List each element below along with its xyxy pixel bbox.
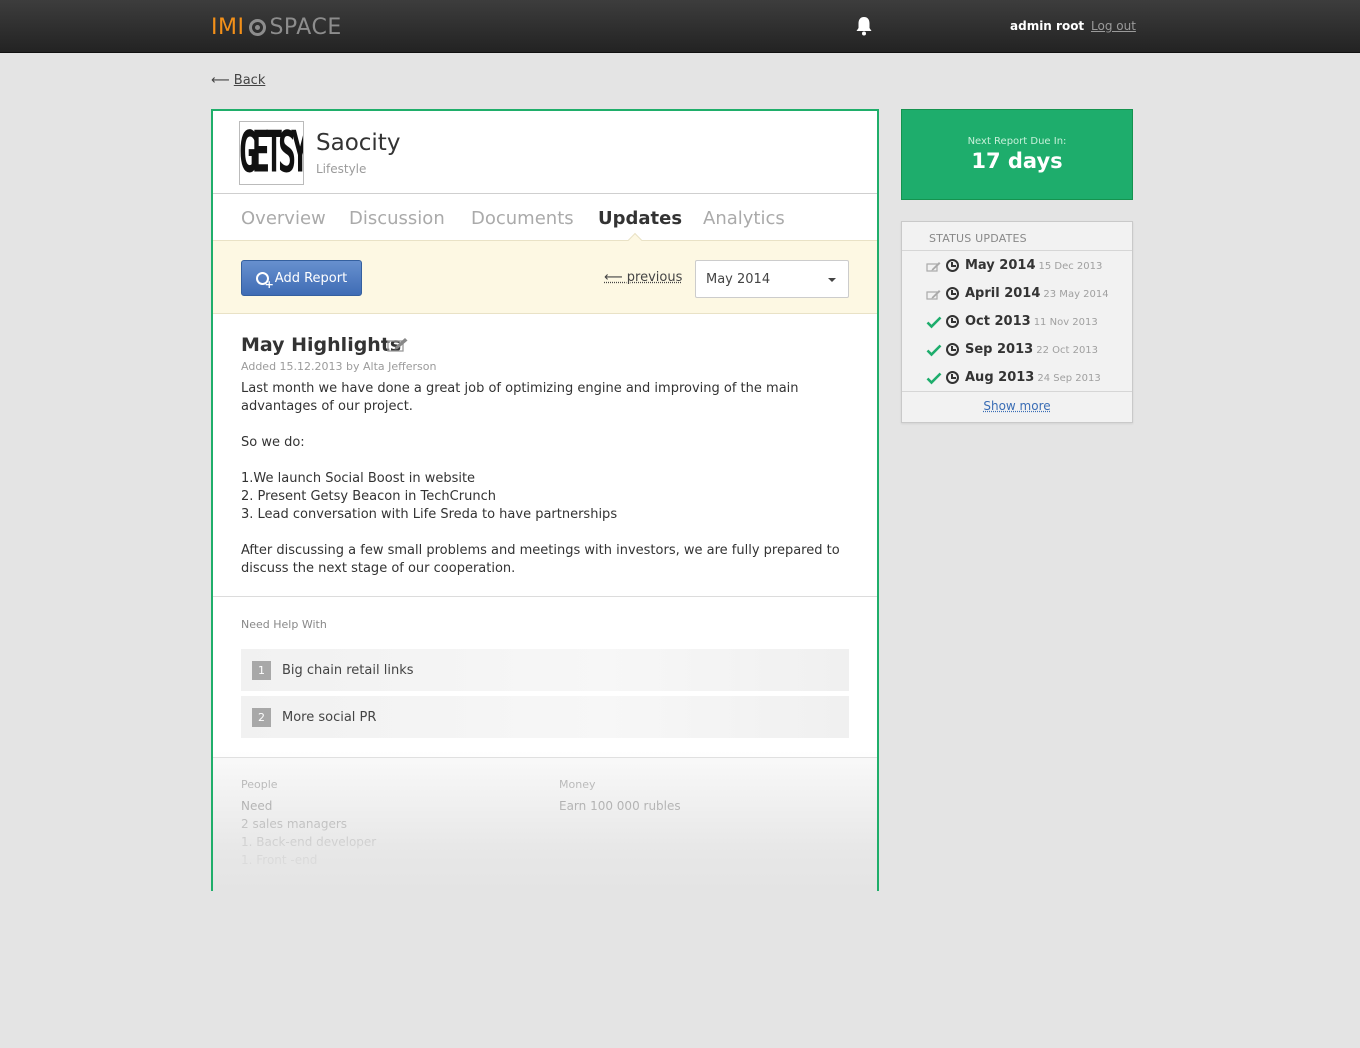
clock-icon [946,315,959,328]
status-item-date: 24 Sep 2013 [1037,373,1101,384]
help-item-text: Big chain retail links [282,662,414,678]
status-item-label-wrap: April 2014 23 May 2014 [965,286,1109,301]
tab-analytics[interactable]: Analytics [703,208,785,229]
post-paragraph: Last month we have done a great job of o… [241,381,799,414]
post-paragraph: 1.We launch Social Boost in website 2. P… [241,471,618,522]
project-category: Lifestyle [316,162,367,176]
checkmark-icon [926,372,942,385]
status-item-date: 22 Oct 2013 [1036,345,1099,356]
status-updates-title: STATUS UPDATES [902,222,1132,251]
status-item-label-wrap: May 2014 15 Dec 2013 [965,258,1102,273]
previous-arrow-icon: ⟵ [604,270,623,285]
project-tabs: Overview Discussion Documents Updates An… [213,194,877,248]
post-paragraph: So we do: [241,435,305,450]
people-needs: People Need 2 sales managers 1. Back-end… [241,778,376,869]
edit-icon[interactable] [387,336,409,352]
needs-section: People Need 2 sales managers 1. Back-end… [213,757,877,891]
checkmark-icon [926,344,942,357]
status-item-label: May 2014 [965,258,1036,273]
status-item-label-wrap: Aug 2013 24 Sep 2013 [965,370,1101,385]
clock-icon [946,259,959,272]
updates-toolbar: Add Report ⟵ previous May 2014 [213,240,877,314]
back-arrow-icon: ⟵ [211,73,230,88]
status-item-date: 15 Dec 2013 [1038,261,1103,272]
tab-documents[interactable]: Documents [471,208,574,229]
logo-gear-icon [249,18,267,36]
notification-bell-icon[interactable] [855,16,873,36]
status-item-label: Sep 2013 [965,342,1034,357]
month-select[interactable]: May 2014 [695,260,849,298]
pending-edit-icon [926,262,941,272]
add-report-button[interactable]: Add Report [241,260,362,296]
people-line: Need [241,799,273,813]
logo-imi-text: IMI [211,14,245,40]
post-title: May Highlights [241,334,402,356]
status-item[interactable]: Aug 2013 24 Sep 2013 [902,368,1132,388]
next-report-label: Next Report Due In: [967,136,1067,147]
status-item-date: 23 May 2014 [1043,289,1109,300]
pending-edit-icon [926,290,941,300]
project-header: GETSY Saocity Lifestyle [213,111,877,194]
help-item-number: 1 [252,660,271,680]
top-bar: IMI SPACE admin root Log out [0,0,1360,53]
status-item[interactable]: May 2014 15 Dec 2013 [902,256,1132,276]
money-needs: Money Earn 100 000 rubles [559,778,681,815]
status-item[interactable]: Sep 2013 22 Oct 2013 [902,340,1132,360]
tab-discussion[interactable]: Discussion [349,208,445,229]
project-logo: GETSY [239,121,304,185]
project-logo-text: GETSY [239,121,304,185]
tab-updates[interactable]: Updates [598,208,682,229]
status-item[interactable]: Oct 2013 11 Nov 2013 [902,312,1132,332]
money-label: Money [559,778,596,791]
show-more-link[interactable]: Show more [902,391,1132,423]
add-report-label: Add Report [274,270,348,286]
status-item-label-wrap: Sep 2013 22 Oct 2013 [965,342,1098,357]
back-link[interactable]: ⟵ Back [211,73,265,88]
status-updates-panel: STATUS UPDATES May 2014 15 Dec 2013 April… [901,221,1133,423]
need-help-title: Need Help With [241,618,327,631]
status-item-label: April 2014 [965,286,1041,301]
help-item-number: 2 [252,707,271,727]
show-more-label: Show more [983,399,1051,413]
status-item[interactable]: April 2014 23 May 2014 [902,284,1132,304]
project-card: GETSY Saocity Lifestyle Overview Discuss… [211,109,879,891]
add-report-icon [255,271,274,290]
post-paragraph: After discussing a few small problems an… [241,543,840,576]
chevron-down-icon [828,278,836,282]
user-name[interactable]: admin root [1010,19,1084,33]
next-report-due-panel: Next Report Due In: 17 days [901,109,1133,200]
project-name: Saocity [316,130,401,156]
next-report-value: 17 days [971,149,1063,173]
back-label: Back [233,73,266,88]
status-item-label: Aug 2013 [965,370,1035,385]
logo-space-text: SPACE [269,14,342,40]
status-item-label-wrap: Oct 2013 11 Nov 2013 [965,314,1098,329]
status-item-label: Oct 2013 [965,314,1031,329]
people-line: 1. Front -end [241,853,318,867]
clock-icon [946,371,959,384]
help-item: 2 More social PR [241,696,849,738]
need-help-section: Need Help With 1 Big chain retail links … [213,596,877,738]
people-line: 2 sales managers [241,817,348,831]
clock-icon [946,287,959,300]
people-label: People [241,778,278,791]
checkmark-icon [926,316,942,329]
clock-icon [946,343,959,356]
previous-label: previous [626,270,683,285]
post-meta: Added 15.12.2013 by Alta Jefferson [241,360,437,373]
previous-link[interactable]: ⟵ previous [604,270,682,285]
app-logo[interactable]: IMI SPACE [211,13,342,41]
help-item-text: More social PR [282,709,377,725]
post-body: Last month we have done a great job of o… [241,380,851,578]
month-select-value: May 2014 [706,272,771,287]
logout-link[interactable]: Log out [1091,19,1136,33]
money-line: Earn 100 000 rubles [559,799,681,813]
help-item: 1 Big chain retail links [241,649,849,691]
tab-overview[interactable]: Overview [241,208,326,229]
status-item-date: 11 Nov 2013 [1033,317,1098,328]
people-line: 1. Back-end developer [241,835,377,849]
